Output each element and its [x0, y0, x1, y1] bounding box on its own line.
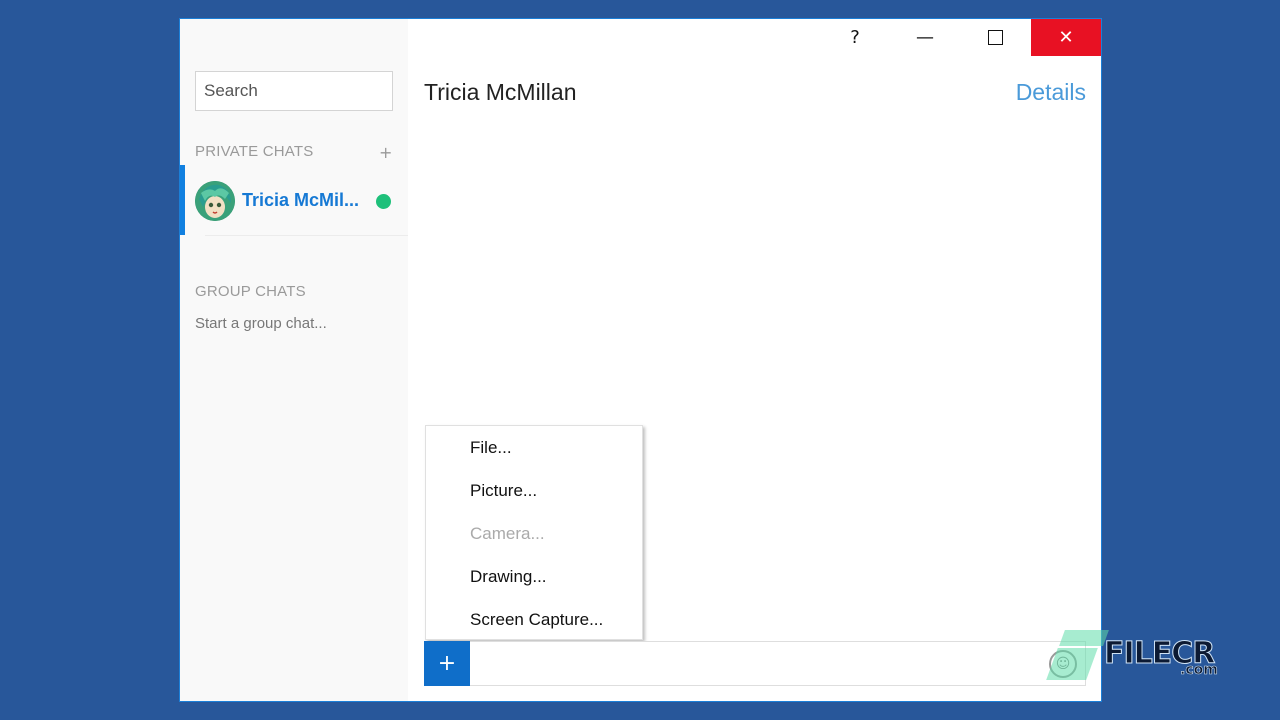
menu-item-drawing[interactable]: Drawing...: [426, 555, 642, 598]
message-input[interactable]: ☺: [470, 641, 1086, 686]
close-button[interactable]: ✕: [1031, 19, 1101, 56]
minimize-button[interactable]: —: [890, 19, 960, 56]
watermark-shape: [1046, 648, 1098, 680]
add-private-chat-button[interactable]: +: [379, 143, 392, 162]
watermark-shape: [1059, 630, 1109, 646]
group-chats-title: GROUP CHATS: [195, 283, 306, 300]
help-button[interactable]: ?: [820, 19, 890, 56]
online-status-indicator: [376, 194, 391, 209]
app-window: Search PRIVATE CHATS + Tricia McMil... G…: [179, 18, 1102, 702]
menu-item-file[interactable]: File...: [426, 426, 642, 469]
chat-list-item[interactable]: Tricia McMil...: [180, 165, 408, 236]
search-placeholder: Search: [204, 81, 258, 100]
start-group-chat-link[interactable]: Start a group chat...: [195, 315, 327, 332]
attach-menu: File... Picture... Camera... Drawing... …: [425, 425, 643, 640]
divider: [205, 235, 408, 236]
sidebar: Search PRIVATE CHATS + Tricia McMil... G…: [180, 19, 408, 701]
menu-item-camera: Camera...: [470, 523, 545, 543]
details-link[interactable]: Details: [1016, 79, 1086, 106]
chat-name: Tricia McMil...: [242, 190, 360, 210]
menu-item-screen-capture[interactable]: Screen Capture...: [426, 598, 642, 641]
conversation-title: Tricia McMillan: [424, 79, 577, 105]
search-input[interactable]: Search: [195, 71, 393, 111]
maximize-button[interactable]: [960, 19, 1030, 56]
selection-indicator: [180, 165, 185, 235]
menu-item-picture[interactable]: Picture...: [426, 469, 642, 512]
private-chats-title: PRIVATE CHATS: [195, 143, 314, 160]
watermark-suffix: .com: [1180, 662, 1218, 679]
maximize-icon: [987, 30, 1003, 45]
attach-button[interactable]: +: [424, 641, 470, 686]
watermark-logo: FILECR .com: [1046, 628, 1218, 683]
avatar: [195, 181, 235, 221]
